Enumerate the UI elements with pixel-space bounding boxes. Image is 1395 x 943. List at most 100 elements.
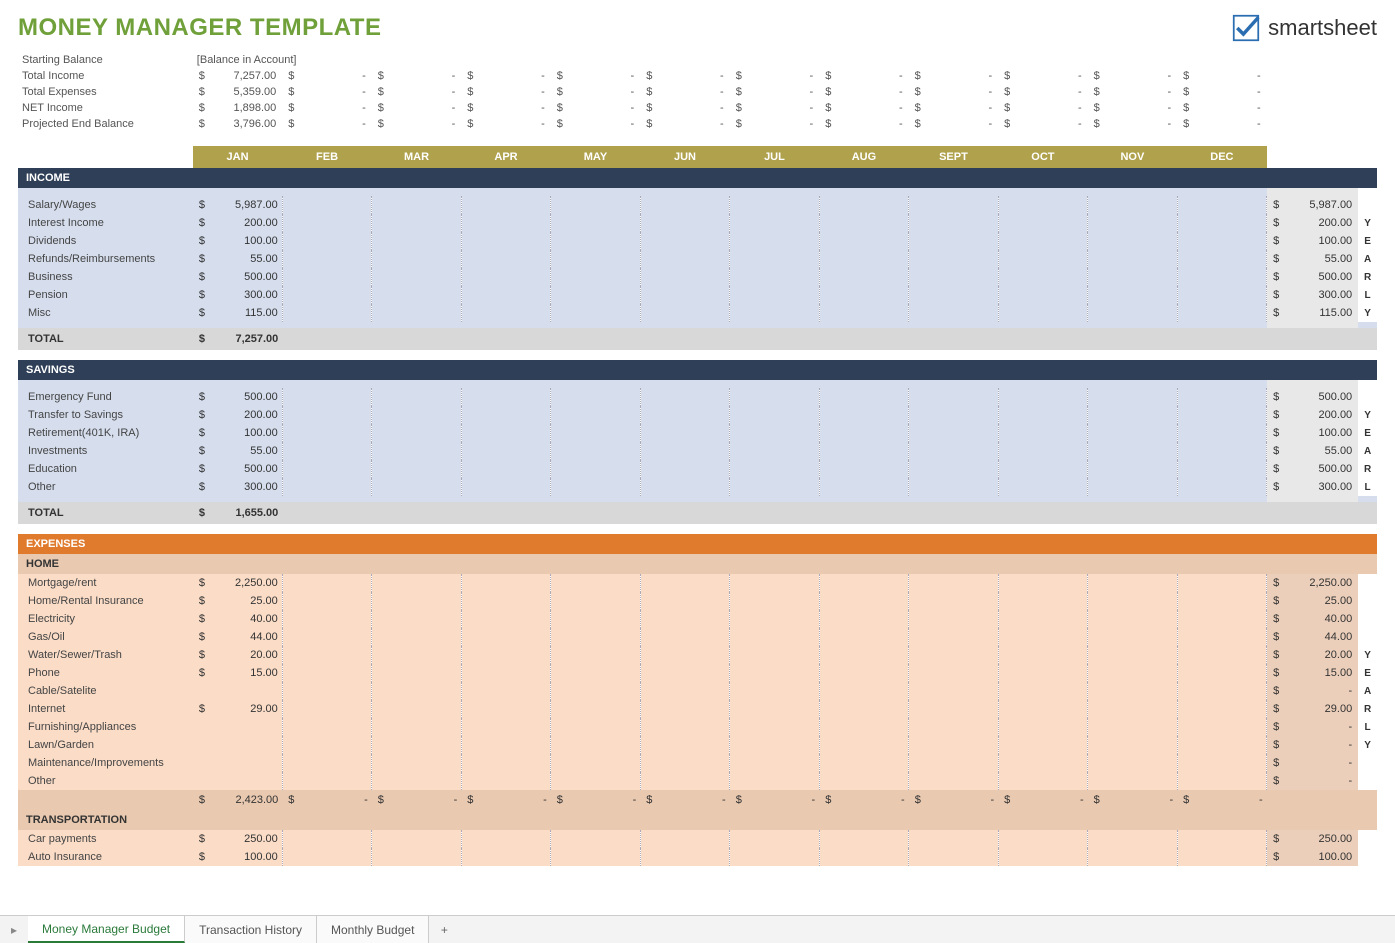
value-cell[interactable]	[819, 830, 908, 848]
value-cell[interactable]	[640, 700, 729, 718]
value-cell[interactable]	[551, 250, 640, 268]
value-cell[interactable]	[819, 196, 908, 214]
value-cell[interactable]	[372, 772, 461, 790]
value-cell[interactable]	[1177, 574, 1266, 592]
value-cell[interactable]	[909, 848, 998, 866]
value-cell[interactable]	[909, 718, 998, 736]
value-cell[interactable]	[730, 718, 819, 736]
value-cell[interactable]	[640, 772, 729, 790]
value-cell[interactable]	[1088, 682, 1177, 700]
value-cell[interactable]: 44.00	[193, 628, 282, 646]
value-cell[interactable]	[819, 700, 908, 718]
value-cell[interactable]	[909, 682, 998, 700]
summary-cell[interactable]: -	[551, 84, 640, 100]
value-cell[interactable]	[640, 460, 729, 478]
value-cell[interactable]	[551, 214, 640, 232]
value-cell[interactable]	[909, 232, 998, 250]
value-cell[interactable]	[640, 628, 729, 646]
value-cell[interactable]	[640, 442, 729, 460]
value-cell[interactable]	[372, 268, 461, 286]
value-cell[interactable]	[1177, 848, 1266, 866]
summary-cell[interactable]: -	[372, 116, 461, 132]
value-cell[interactable]	[1177, 388, 1266, 406]
value-cell[interactable]	[640, 754, 729, 772]
value-cell[interactable]	[730, 196, 819, 214]
value-cell[interactable]: 100.00	[193, 848, 282, 866]
value-cell[interactable]	[372, 628, 461, 646]
value-cell[interactable]	[909, 304, 998, 322]
value-cell[interactable]	[819, 682, 908, 700]
value-cell[interactable]	[909, 268, 998, 286]
value-cell[interactable]	[640, 304, 729, 322]
value-cell[interactable]	[730, 610, 819, 628]
value-cell[interactable]	[193, 736, 282, 754]
value-cell[interactable]	[640, 196, 729, 214]
value-cell[interactable]	[282, 388, 371, 406]
value-cell[interactable]	[551, 682, 640, 700]
value-cell[interactable]	[730, 304, 819, 322]
value-cell[interactable]	[1177, 628, 1266, 646]
summary-cell[interactable]: -	[998, 84, 1087, 100]
value-cell[interactable]	[1088, 574, 1177, 592]
value-cell[interactable]	[909, 214, 998, 232]
value-cell[interactable]: 500.00	[193, 460, 282, 478]
value-cell[interactable]	[1088, 406, 1177, 424]
summary-cell[interactable]: -	[909, 68, 998, 84]
value-cell[interactable]	[372, 388, 461, 406]
value-cell[interactable]	[1177, 268, 1266, 286]
add-sheet-button[interactable]: +	[429, 916, 459, 943]
value-cell[interactable]	[551, 772, 640, 790]
summary-cell[interactable]: -	[282, 100, 371, 116]
value-cell[interactable]	[1088, 460, 1177, 478]
value-cell[interactable]	[819, 736, 908, 754]
summary-cell[interactable]: 7,257.00	[193, 68, 282, 84]
value-cell[interactable]	[551, 848, 640, 866]
value-cell[interactable]: 40.00	[193, 610, 282, 628]
value-cell[interactable]	[282, 196, 371, 214]
summary-cell[interactable]: -	[372, 100, 461, 116]
value-cell[interactable]	[819, 610, 908, 628]
value-cell[interactable]	[461, 304, 550, 322]
summary-cell[interactable]: -	[730, 116, 819, 132]
value-cell[interactable]	[730, 574, 819, 592]
value-cell[interactable]	[730, 478, 819, 496]
value-cell[interactable]	[640, 592, 729, 610]
value-cell[interactable]	[998, 574, 1087, 592]
value-cell[interactable]	[461, 442, 550, 460]
value-cell[interactable]	[998, 406, 1087, 424]
value-cell[interactable]: 25.00	[193, 592, 282, 610]
summary-cell[interactable]: -	[461, 84, 550, 100]
value-cell[interactable]	[730, 682, 819, 700]
value-cell[interactable]	[1177, 304, 1266, 322]
value-cell[interactable]	[372, 214, 461, 232]
starting-balance-value[interactable]: [Balance in Account]	[193, 52, 1267, 68]
value-cell[interactable]	[819, 574, 908, 592]
value-cell[interactable]	[461, 406, 550, 424]
value-cell[interactable]	[730, 848, 819, 866]
value-cell[interactable]: 55.00	[193, 250, 282, 268]
value-cell[interactable]	[372, 232, 461, 250]
value-cell[interactable]	[372, 424, 461, 442]
value-cell[interactable]	[1088, 442, 1177, 460]
value-cell[interactable]	[819, 424, 908, 442]
value-cell[interactable]	[730, 592, 819, 610]
value-cell[interactable]	[998, 664, 1087, 682]
sheet-tab[interactable]: Money Manager Budget	[28, 916, 185, 943]
value-cell[interactable]	[551, 232, 640, 250]
value-cell[interactable]	[372, 754, 461, 772]
value-cell[interactable]	[998, 700, 1087, 718]
value-cell[interactable]	[909, 664, 998, 682]
value-cell[interactable]	[819, 268, 908, 286]
value-cell[interactable]	[372, 286, 461, 304]
value-cell[interactable]	[1088, 286, 1177, 304]
value-cell[interactable]	[909, 286, 998, 304]
value-cell[interactable]	[998, 286, 1087, 304]
value-cell[interactable]	[640, 232, 729, 250]
value-cell[interactable]	[909, 610, 998, 628]
value-cell[interactable]	[551, 830, 640, 848]
value-cell[interactable]	[372, 646, 461, 664]
value-cell[interactable]	[372, 848, 461, 866]
value-cell[interactable]	[282, 772, 371, 790]
value-cell[interactable]	[998, 592, 1087, 610]
value-cell[interactable]	[998, 232, 1087, 250]
